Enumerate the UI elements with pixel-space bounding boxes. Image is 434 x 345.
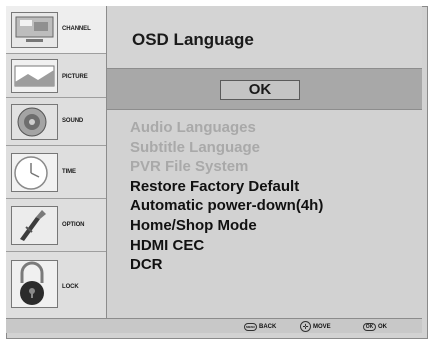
sidebar-item-label: PICTURE: [62, 74, 88, 80]
sidebar-item-sound[interactable]: SOUND: [6, 98, 106, 146]
hint-ok: OK OK: [363, 321, 387, 332]
menu-item-dcr[interactable]: DCR: [130, 255, 420, 275]
footer-hints: MENU BACK ✛ MOVE OK OK: [6, 318, 422, 333]
dpad-icon: ✛: [300, 321, 311, 332]
sidebar-item-label: CHANNEL: [62, 26, 91, 32]
hint-label: OK: [378, 323, 387, 330]
sidebar-item-label: LOCK: [62, 284, 79, 290]
hint-back: MENU BACK: [244, 321, 276, 332]
menu-item-restore-factory-default[interactable]: Restore Factory Default: [130, 177, 420, 197]
hint-label: MOVE: [313, 323, 331, 330]
option-icon: [11, 206, 58, 245]
menu-item-hdmi-cec[interactable]: HDMI CEC: [130, 236, 420, 256]
sidebar-item-label: TIME: [62, 169, 76, 175]
clock-icon: [11, 153, 58, 192]
menu-item-home-shop-mode[interactable]: Home/Shop Mode: [130, 216, 420, 236]
picture-icon: [11, 59, 58, 93]
sidebar-item-lock[interactable]: LOCK: [6, 252, 106, 318]
sidebar-item-label: OPTION: [62, 222, 85, 228]
hint-label: BACK: [259, 323, 277, 330]
sidebar-item-channel[interactable]: CHANNEL: [6, 6, 106, 54]
menu-item-pvr-file-system: PVR File System: [130, 158, 249, 176]
lock-icon: [11, 260, 58, 308]
title-bar: OSD Language: [107, 6, 422, 69]
ok-icon: OK: [363, 322, 376, 331]
menu-item-audio-languages: Audio Languages: [130, 119, 256, 136]
sidebar-item-label: SOUND: [62, 118, 84, 124]
hint-move: ✛ MOVE: [300, 321, 331, 332]
sidebar: CHANNEL PICTURE SOUND TIME OPTION LOCK: [6, 6, 107, 318]
sidebar-item-picture[interactable]: PICTURE: [6, 54, 106, 98]
sound-icon: [11, 104, 58, 140]
sidebar-item-time[interactable]: TIME: [6, 146, 106, 199]
main-panel: OSD Language OK Audio Languages Subtitle…: [107, 6, 422, 318]
ok-button[interactable]: OK: [220, 80, 300, 100]
sidebar-item-option[interactable]: OPTION: [6, 199, 106, 252]
page-title: OSD Language: [132, 30, 254, 49]
menu-icon: MENU: [244, 322, 257, 331]
channel-icon: [11, 12, 58, 48]
menu-item-subtitle-language: Subtitle Language: [130, 138, 261, 156]
selected-row: OK: [107, 69, 422, 110]
settings-list: Audio Languages Subtitle Language PVR Fi…: [130, 118, 420, 275]
menu-item-automatic-power-down[interactable]: Automatic power-down(4h): [130, 196, 420, 216]
